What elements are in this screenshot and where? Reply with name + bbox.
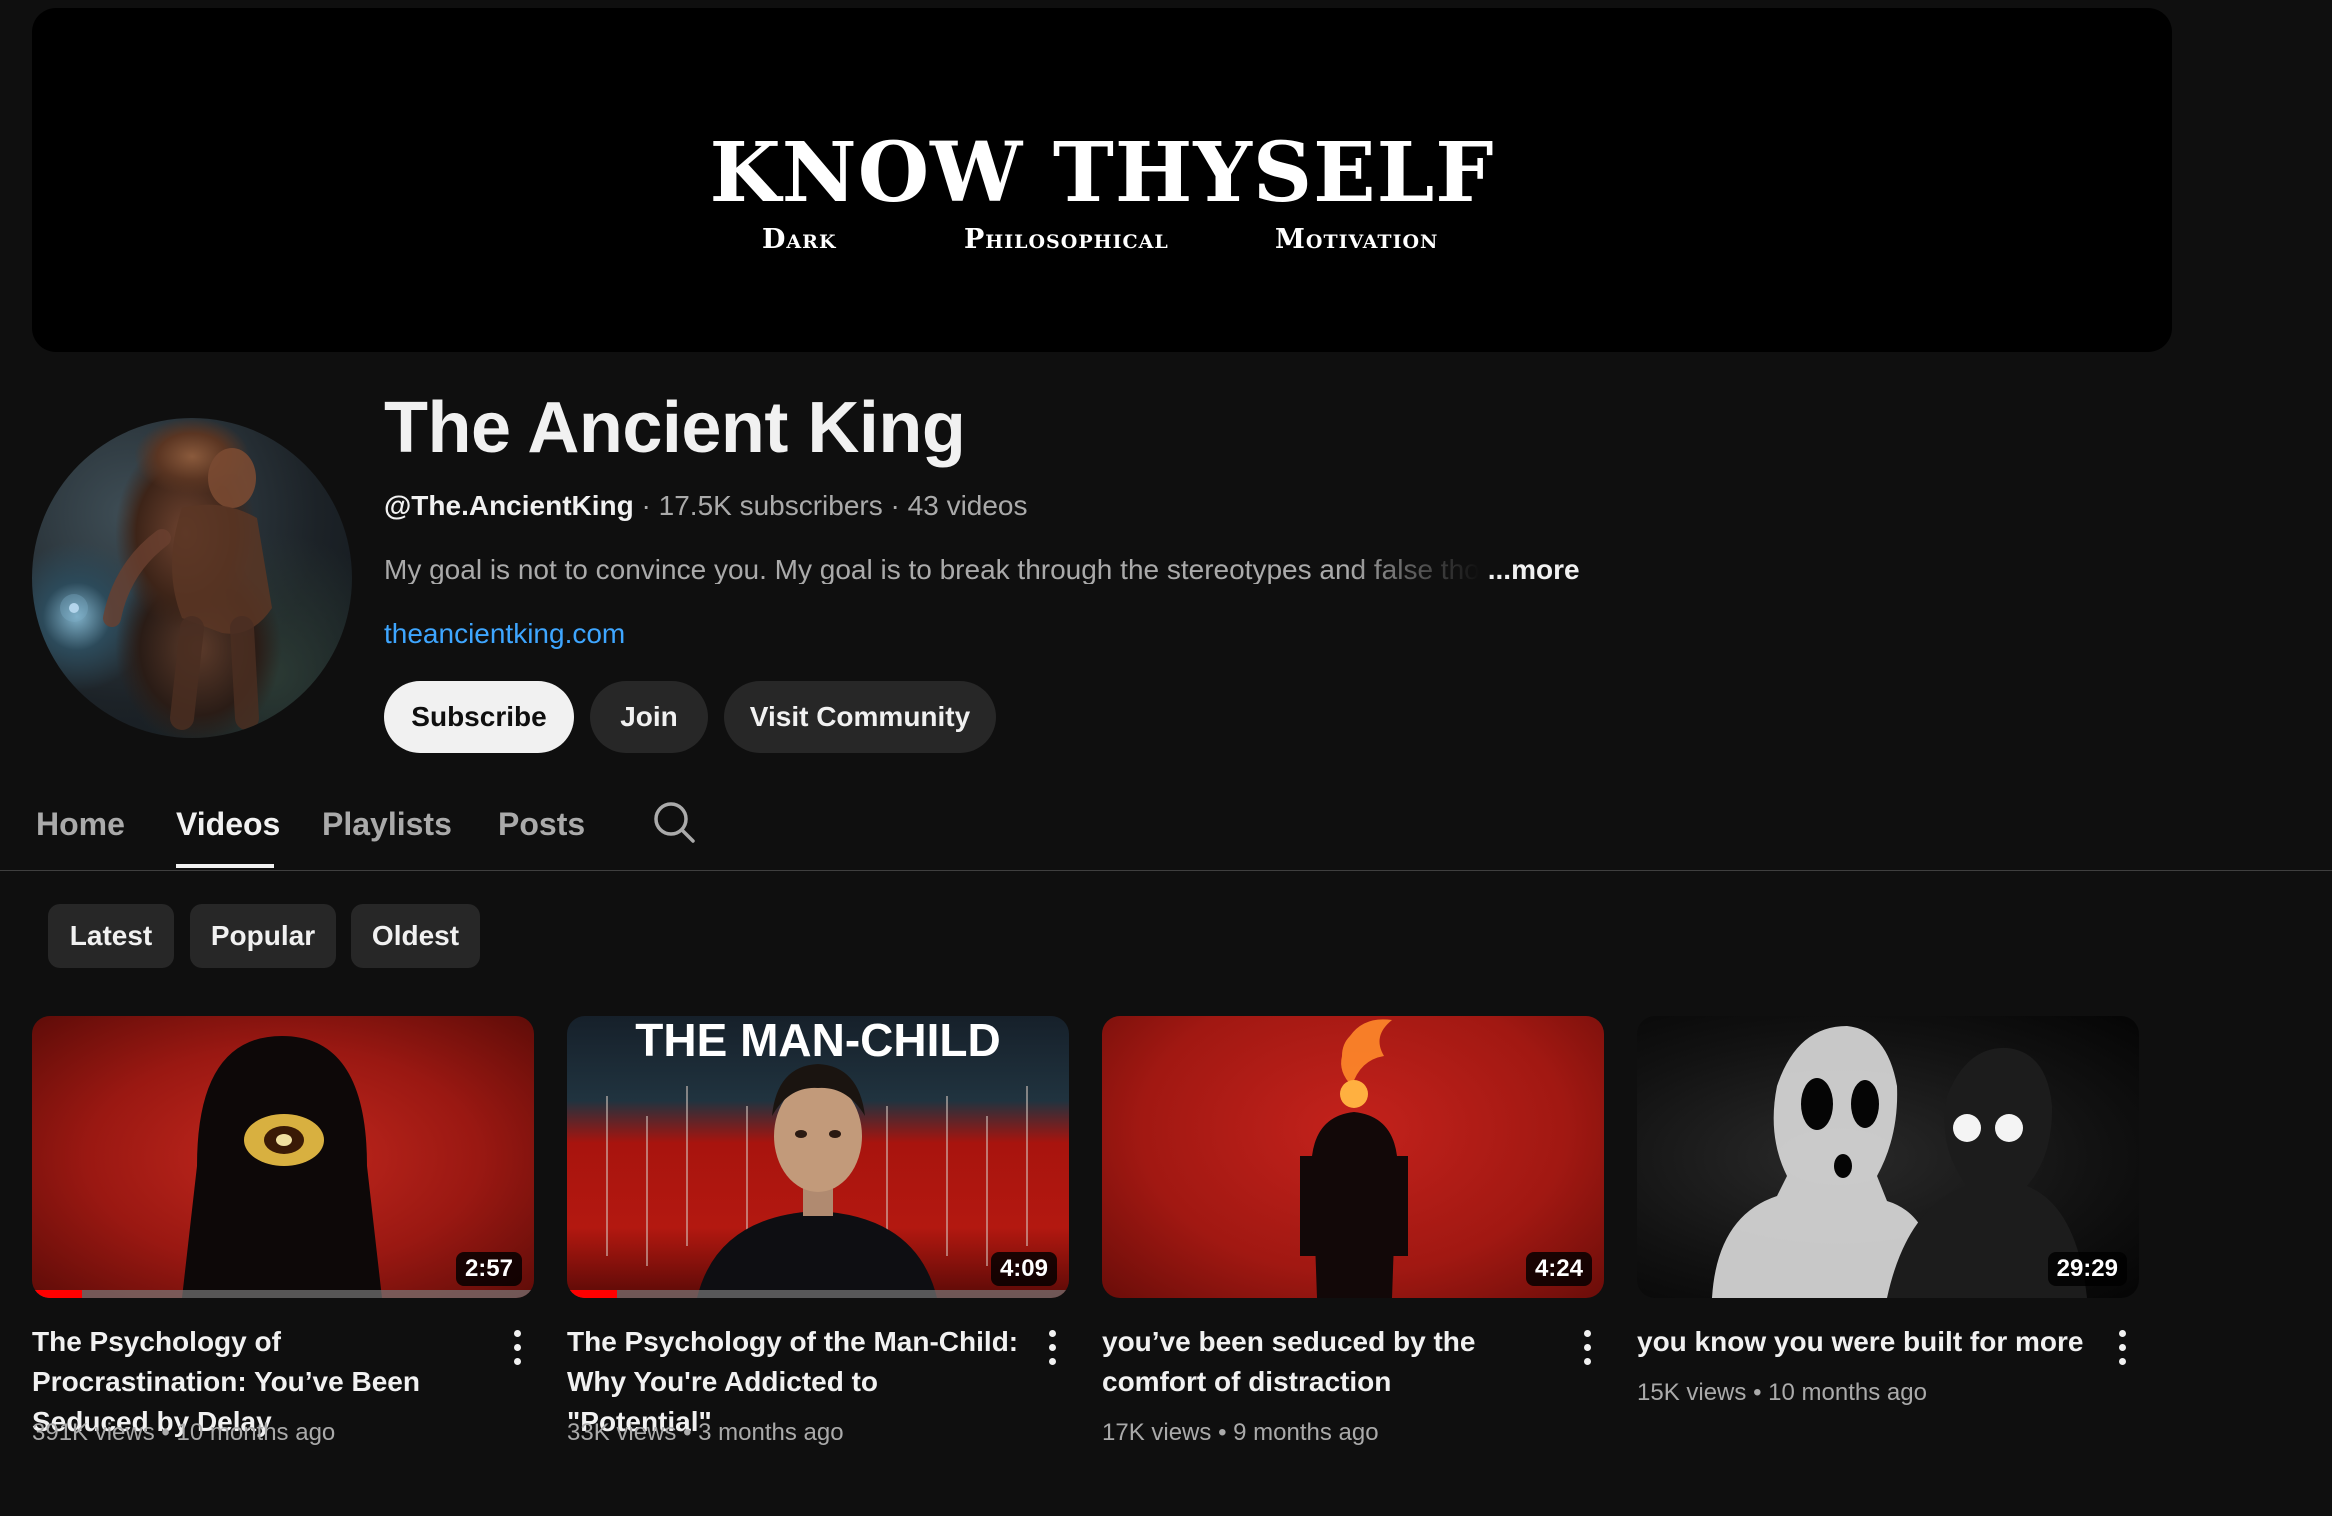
more-options-icon[interactable] bbox=[1576, 1330, 1600, 1370]
banner-subtitle-left: Dark bbox=[762, 224, 837, 255]
channel-name: The Ancient King bbox=[384, 388, 966, 468]
subscribe-button[interactable]: Subscribe bbox=[384, 681, 574, 753]
watch-progress-fill bbox=[567, 1290, 618, 1298]
video-age: 10 months ago bbox=[176, 1419, 336, 1446]
chip-popular[interactable]: Popular bbox=[190, 904, 336, 968]
join-button[interactable]: Join bbox=[590, 681, 708, 753]
video-title[interactable]: you know you were built for more bbox=[1637, 1322, 2097, 1362]
description-text: My goal is not to convince you. My goal … bbox=[384, 556, 1480, 584]
watch-progress-fill bbox=[32, 1290, 83, 1298]
banner-subtitle-right: Motivation bbox=[1275, 224, 1439, 255]
video-thumbnail[interactable]: 29:29 bbox=[1637, 1016, 2139, 1298]
meta-separator: • bbox=[161, 1419, 177, 1446]
video-duration: 29:29 bbox=[2047, 1252, 2127, 1286]
watch-progress-bar bbox=[567, 1290, 1069, 1298]
tab-home[interactable]: Home bbox=[36, 808, 125, 840]
banner-title: KNOW THYSELF bbox=[709, 125, 1495, 221]
video-duration: 4:24 bbox=[1525, 1252, 1592, 1286]
video-age: 9 months ago bbox=[1233, 1419, 1379, 1446]
video-count: 43 videos bbox=[907, 490, 1028, 521]
meta-separator: • bbox=[1218, 1419, 1234, 1446]
description-more-link[interactable]: ...more bbox=[1488, 554, 1580, 585]
tab-playlists[interactable]: Playlists bbox=[322, 808, 452, 840]
channel-website-link[interactable]: theancientking.com bbox=[384, 620, 625, 648]
video-views: 33K views bbox=[567, 1419, 677, 1446]
video-duration: 4:09 bbox=[990, 1252, 1057, 1286]
video-age: 3 months ago bbox=[698, 1419, 844, 1446]
meta-separator: · bbox=[641, 490, 651, 521]
video-age: 10 months ago bbox=[1768, 1379, 1927, 1406]
video-thumbnail[interactable]: 2:57 bbox=[32, 1016, 534, 1298]
video-meta: 17K views • 9 months ago bbox=[1102, 1421, 1379, 1445]
channel-meta: @The.AncientKing · 17.5K subscribers · 4… bbox=[384, 492, 1028, 520]
search-icon[interactable] bbox=[652, 800, 696, 844]
chip-oldest[interactable]: Oldest bbox=[351, 904, 480, 968]
video-meta: 33K views • 3 months ago bbox=[567, 1421, 844, 1445]
more-options-icon[interactable] bbox=[1041, 1330, 1065, 1370]
tab-posts[interactable]: Posts bbox=[498, 808, 585, 840]
more-options-icon[interactable] bbox=[2111, 1330, 2135, 1370]
video-views: 391K views bbox=[32, 1419, 155, 1446]
video-thumbnail[interactable]: 4:24 bbox=[1102, 1016, 1604, 1298]
video-views: 15K views bbox=[1637, 1379, 1747, 1406]
channel-handle: @The.AncientKing bbox=[384, 490, 634, 521]
meta-separator: • bbox=[1753, 1379, 1769, 1406]
more-options-icon[interactable] bbox=[506, 1330, 530, 1370]
tab-videos[interactable]: Videos bbox=[176, 808, 280, 840]
video-title[interactable]: you’ve been seduced by the comfort of di… bbox=[1102, 1322, 1562, 1402]
video-duration: 2:57 bbox=[455, 1252, 522, 1286]
banner-subtitle-center: Philosophical bbox=[964, 224, 1169, 255]
thumbnail-text: THE MAN-CHILD bbox=[635, 1016, 1000, 1066]
tabs-divider bbox=[0, 870, 2332, 871]
subscriber-count: 17.5K subscribers bbox=[658, 490, 883, 521]
meta-separator: • bbox=[683, 1419, 699, 1446]
channel-banner: KNOW THYSELF Dark Philosophical Motivati… bbox=[32, 8, 2172, 352]
chip-latest[interactable]: Latest bbox=[48, 904, 174, 968]
video-views: 17K views bbox=[1102, 1419, 1212, 1446]
video-thumbnail[interactable]: THE MAN-CHILD 4:09 bbox=[567, 1016, 1069, 1298]
channel-avatar[interactable] bbox=[32, 418, 352, 738]
visit-community-button[interactable]: Visit Community bbox=[724, 681, 996, 753]
meta-separator: · bbox=[890, 490, 900, 521]
channel-description[interactable]: My goal is not to convince you. My goal … bbox=[384, 556, 1580, 584]
watch-progress-bar bbox=[32, 1290, 534, 1298]
active-tab-indicator bbox=[176, 864, 274, 868]
video-meta: 391K views • 10 months ago bbox=[32, 1421, 335, 1445]
video-meta: 15K views • 10 months ago bbox=[1637, 1381, 1927, 1405]
